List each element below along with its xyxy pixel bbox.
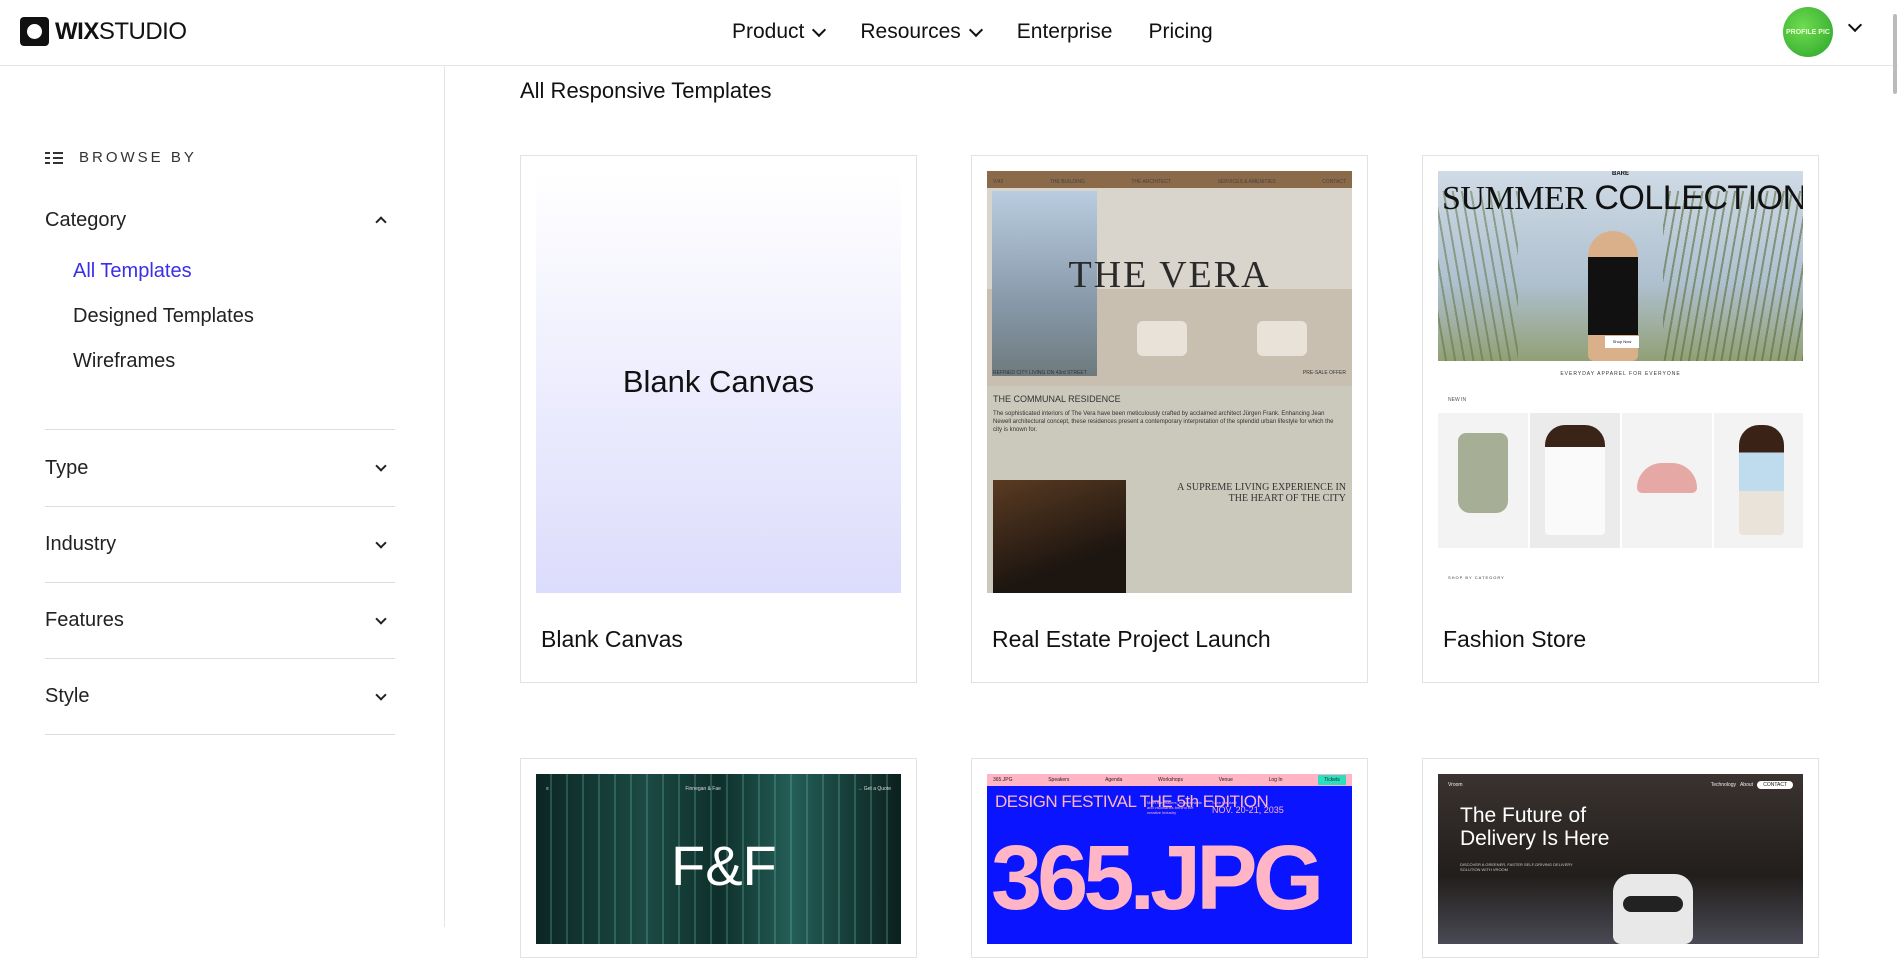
template-name: Fashion Store — [1443, 626, 1587, 652]
nav-product[interactable]: Product — [732, 20, 827, 44]
preview-title: Blank Canvas — [622, 364, 815, 399]
template-card-real-estate[interactable]: V/42 THE BUILDING THE ARCHITECT SERVICES… — [971, 155, 1368, 683]
template-preview[interactable]: 365.JPG Speakers Agenda Workshops Venue … — [987, 774, 1352, 944]
main-nav: Product Resources Enterprise Pricing — [732, 20, 1213, 44]
vera-nav: V/42 THE BUILDING THE ARCHITECT SERVICES… — [993, 179, 1346, 185]
avatar[interactable]: PROFILE PIC — [1783, 7, 1833, 57]
template-card-ff[interactable]: ≡ Finnegan & Fae → Get a Quote F&F — [520, 758, 917, 958]
industry-section: Industry — [45, 507, 395, 583]
template-preview[interactable]: ≡ Finnegan & Fae → Get a Quote F&F — [536, 774, 901, 944]
style-label: Style — [45, 685, 90, 707]
vera-content: REFINED CITY LIVING ON 43rd STREET PRE-S… — [987, 370, 1352, 593]
features-toggle[interactable]: Features — [45, 583, 395, 658]
template-name: Real Estate Project Launch — [992, 626, 1271, 652]
features-section: Features — [45, 583, 395, 659]
page-title: All Responsive Templates — [520, 78, 772, 103]
wix-logo-icon — [20, 17, 49, 46]
menu-icon: ≡ — [546, 786, 549, 792]
chevron-up-icon — [375, 216, 387, 228]
industry-toggle[interactable]: Industry — [45, 507, 395, 582]
nav-pricing[interactable]: Pricing — [1148, 20, 1212, 44]
browse-by-header: BROWSE BY — [45, 149, 197, 166]
browse-by-label: BROWSE BY — [79, 149, 197, 166]
filter-sidebar: BROWSE BY Category All Templates Designe… — [0, 66, 445, 927]
chevron-down-icon — [375, 460, 387, 472]
template-name: Blank Canvas — [541, 626, 683, 652]
template-preview[interactable]: Blank Canvas — [536, 171, 901, 593]
template-card-design-festival[interactable]: 365.JPG Speakers Agenda Workshops Venue … — [971, 758, 1368, 958]
template-preview[interactable]: Vroom Technology About CONTACT The Futur… — [1438, 774, 1803, 944]
account-chevron-down-icon[interactable] — [1847, 17, 1863, 33]
kitchen-image — [993, 480, 1126, 593]
logo-light-text: STUDIO — [98, 17, 187, 45]
chevron-down-icon — [812, 22, 827, 37]
list-filter-icon — [45, 151, 63, 164]
type-toggle[interactable]: Type — [45, 430, 395, 506]
vera-hero: V/42 THE BUILDING THE ARCHITECT SERVICES… — [987, 171, 1352, 386]
category-label: Category — [45, 208, 127, 231]
fashion-products: EVERYDAY APPAREL FOR EVERYONE NEW IN SHO… — [1438, 361, 1803, 593]
chevron-down-icon — [375, 612, 387, 625]
chevron-down-icon — [375, 536, 387, 549]
template-card-delivery[interactable]: Vroom Technology About CONTACT The Futur… — [1422, 758, 1819, 958]
delivery-robot-image — [1613, 874, 1693, 944]
category-item-designed-templates[interactable]: Designed Templates — [45, 294, 395, 339]
page-scrollbar[interactable] — [1893, 14, 1897, 94]
top-navigation-bar: WIXSTUDIO Product Resources Enterprise P… — [0, 0, 1898, 94]
product-hat — [1622, 413, 1712, 548]
logo-bold-text: WIX — [55, 17, 99, 45]
style-toggle[interactable]: Style — [45, 659, 395, 734]
category-toggle[interactable]: Category — [45, 191, 395, 249]
chair-image — [1257, 321, 1307, 356]
template-card-blank-canvas[interactable]: Blank Canvas Blank Canvas — [520, 155, 917, 683]
type-section: Type — [45, 430, 395, 507]
fashion-hero: BARE SUMMER COLLECTION Shop Now — [1438, 171, 1803, 361]
nav-enterprise[interactable]: Enterprise — [1017, 20, 1113, 44]
industry-label: Industry — [45, 533, 117, 555]
category-item-wireframes[interactable]: Wireframes — [45, 339, 395, 384]
nav-resources[interactable]: Resources — [860, 20, 983, 44]
template-preview[interactable]: V/42 THE BUILDING THE ARCHITECT SERVICES… — [987, 171, 1352, 593]
template-preview[interactable]: BARE SUMMER COLLECTION Shop Now EVERYDAY… — [1438, 171, 1803, 593]
style-section: Style — [45, 659, 395, 735]
chair-image — [1137, 321, 1187, 356]
vera-title: THE VERA — [1068, 254, 1271, 296]
product-tshirt — [1530, 413, 1620, 548]
product-tote — [1438, 413, 1528, 548]
features-label: Features — [45, 609, 124, 631]
chevron-down-icon — [968, 22, 983, 37]
product-top — [1714, 413, 1803, 548]
chevron-down-icon — [375, 688, 387, 701]
wix-studio-logo[interactable]: WIXSTUDIO — [20, 17, 187, 46]
type-label: Type — [45, 456, 89, 479]
template-card-fashion-store[interactable]: BARE SUMMER COLLECTION Shop Now EVERYDAY… — [1422, 155, 1819, 683]
category-section: Category All Templates Designed Template… — [45, 191, 395, 430]
category-item-all-templates[interactable]: All Templates — [45, 249, 395, 294]
